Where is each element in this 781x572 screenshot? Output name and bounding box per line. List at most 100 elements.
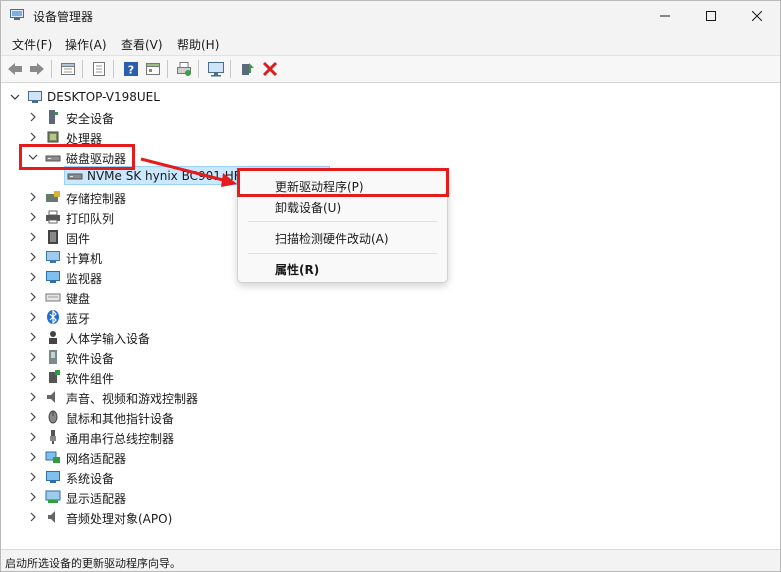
tree-category[interactable]: 鼠标和其他指针设备 — [1, 407, 780, 427]
tree-category[interactable]: 系统设备 — [1, 467, 780, 487]
category-label: 通用串行总线控制器 — [66, 432, 175, 446]
menu-bar: 文件(F) 操作(A) 查看(V) 帮助(H) — [1, 32, 780, 54]
forward-icon — [30, 63, 44, 75]
printer-icon — [46, 210, 60, 224]
chevron-right-icon[interactable] — [27, 211, 39, 223]
storage-controller-icon — [46, 191, 60, 202]
tree-root[interactable]: DESKTOP-V198UEL — [1, 87, 780, 107]
back-button[interactable] — [6, 60, 24, 78]
toolbar: ? — [1, 55, 780, 83]
close-icon — [752, 11, 762, 21]
security-device-icon — [49, 110, 58, 124]
tree-category[interactable]: 网络适配器 — [1, 447, 780, 467]
firmware-icon — [48, 230, 58, 244]
update-driver-button[interactable] — [238, 60, 256, 78]
tree-category[interactable]: 蓝牙 — [1, 307, 780, 327]
uninstall-button[interactable] — [261, 60, 279, 78]
category-label: 网络适配器 — [66, 452, 127, 466]
menu-uninstall-device[interactable]: 卸载设备(U) — [242, 194, 443, 218]
category-label: 鼠标和其他指针设备 — [66, 412, 175, 426]
chevron-right-icon[interactable] — [27, 491, 39, 503]
menu-help[interactable]: 帮助(H) — [177, 36, 219, 53]
category-label: 打印队列 — [66, 212, 115, 226]
properties-button[interactable] — [59, 60, 77, 78]
computer-icon — [46, 251, 60, 263]
tree-category[interactable]: 人体学输入设备 — [1, 327, 780, 347]
tree-category[interactable]: 安全设备 — [1, 107, 780, 127]
category-label: 声音、视频和游戏控制器 — [66, 392, 199, 406]
menu-action[interactable]: 操作(A) — [65, 36, 107, 53]
tree-category[interactable]: 声音、视频和游戏控制器 — [1, 387, 780, 407]
category-label: 固件 — [66, 232, 91, 246]
category-label: 音频处理对象(APO) — [66, 512, 173, 526]
chevron-right-icon[interactable] — [27, 291, 39, 303]
chevron-right-icon[interactable] — [27, 411, 39, 423]
view-button[interactable] — [144, 60, 162, 78]
chevron-right-icon[interactable] — [27, 251, 39, 263]
tree-category[interactable]: 通用串行总线控制器 — [1, 427, 780, 447]
status-bar: 启动所选设备的更新驱动程序向导。 — [1, 549, 780, 571]
category-label: 人体学输入设备 — [66, 332, 151, 346]
hid-icon — [49, 331, 57, 344]
chevron-right-icon[interactable] — [27, 131, 39, 143]
view-icon — [146, 63, 160, 75]
chevron-down-icon[interactable] — [9, 91, 21, 103]
chevron-right-icon[interactable] — [27, 511, 39, 523]
software-device-icon — [49, 350, 57, 364]
category-label: 蓝牙 — [66, 312, 91, 326]
category-label: 显示适配器 — [66, 492, 127, 506]
root-label: DESKTOP-V198UEL — [47, 90, 160, 104]
chevron-right-icon[interactable] — [27, 431, 39, 443]
disk-drive-label: NVMe SK hynix BC901 HFS — [87, 169, 249, 183]
tree-category[interactable]: 软件组件 — [1, 367, 780, 387]
software-component-icon — [49, 370, 60, 383]
print-button[interactable] — [175, 60, 193, 78]
tree-category[interactable]: 键盘 — [1, 287, 780, 307]
list-button[interactable] — [90, 60, 108, 78]
chevron-right-icon[interactable] — [27, 351, 39, 363]
chevron-right-icon[interactable] — [27, 371, 39, 383]
menu-file[interactable]: 文件(F) — [12, 36, 52, 53]
processor-icon — [47, 131, 59, 143]
close-button[interactable] — [734, 1, 780, 31]
tree-category[interactable]: 显示适配器 — [1, 487, 780, 507]
audio-processing-icon — [48, 511, 55, 523]
menu-properties[interactable]: 属性(R) — [242, 256, 443, 280]
category-label: 安全设备 — [66, 112, 115, 126]
chevron-right-icon[interactable] — [27, 391, 39, 403]
category-label: 键盘 — [66, 292, 91, 306]
chevron-right-icon[interactable] — [27, 271, 39, 283]
chevron-right-icon[interactable] — [27, 111, 39, 123]
mouse-icon — [48, 410, 58, 424]
display-adapter-icon — [45, 490, 61, 503]
device-manager-icon — [10, 9, 24, 20]
device-manager-window: 设备管理器 文件(F) 操作(A) 查看(V) 帮助(H) ? DESKTOP-… — [0, 0, 781, 572]
menu-view[interactable]: 查看(V) — [121, 36, 163, 53]
chevron-right-icon[interactable] — [27, 451, 39, 463]
chevron-right-icon[interactable] — [27, 311, 39, 323]
scan-hardware-button[interactable] — [207, 60, 225, 78]
tree-category[interactable]: 音频处理对象(APO) — [1, 507, 780, 527]
svg-text:?: ? — [128, 64, 134, 77]
computer-icon — [28, 91, 42, 103]
category-label: 软件设备 — [66, 352, 115, 366]
bluetooth-icon — [47, 309, 59, 325]
chevron-right-icon[interactable] — [27, 331, 39, 343]
update-driver-icon — [242, 63, 254, 75]
chevron-right-icon[interactable] — [27, 191, 39, 203]
status-text: 启动所选设备的更新驱动程序向导。 — [5, 557, 181, 570]
print-icon — [177, 62, 191, 76]
chevron-right-icon[interactable] — [27, 231, 39, 243]
maximize-button[interactable] — [688, 1, 734, 31]
window-title: 设备管理器 — [33, 10, 94, 24]
keyboard-icon — [45, 293, 61, 302]
help-button[interactable]: ? — [122, 60, 140, 78]
chevron-right-icon[interactable] — [27, 471, 39, 483]
minimize-icon — [660, 15, 670, 17]
menu-scan-hardware[interactable]: 扫描检测硬件改动(A) — [242, 225, 443, 249]
forward-button[interactable] — [28, 60, 46, 78]
title-bar: 设备管理器 — [1, 1, 780, 31]
nvme-disk-icon — [67, 173, 83, 180]
tree-category[interactable]: 软件设备 — [1, 347, 780, 367]
minimize-button[interactable] — [642, 1, 688, 31]
